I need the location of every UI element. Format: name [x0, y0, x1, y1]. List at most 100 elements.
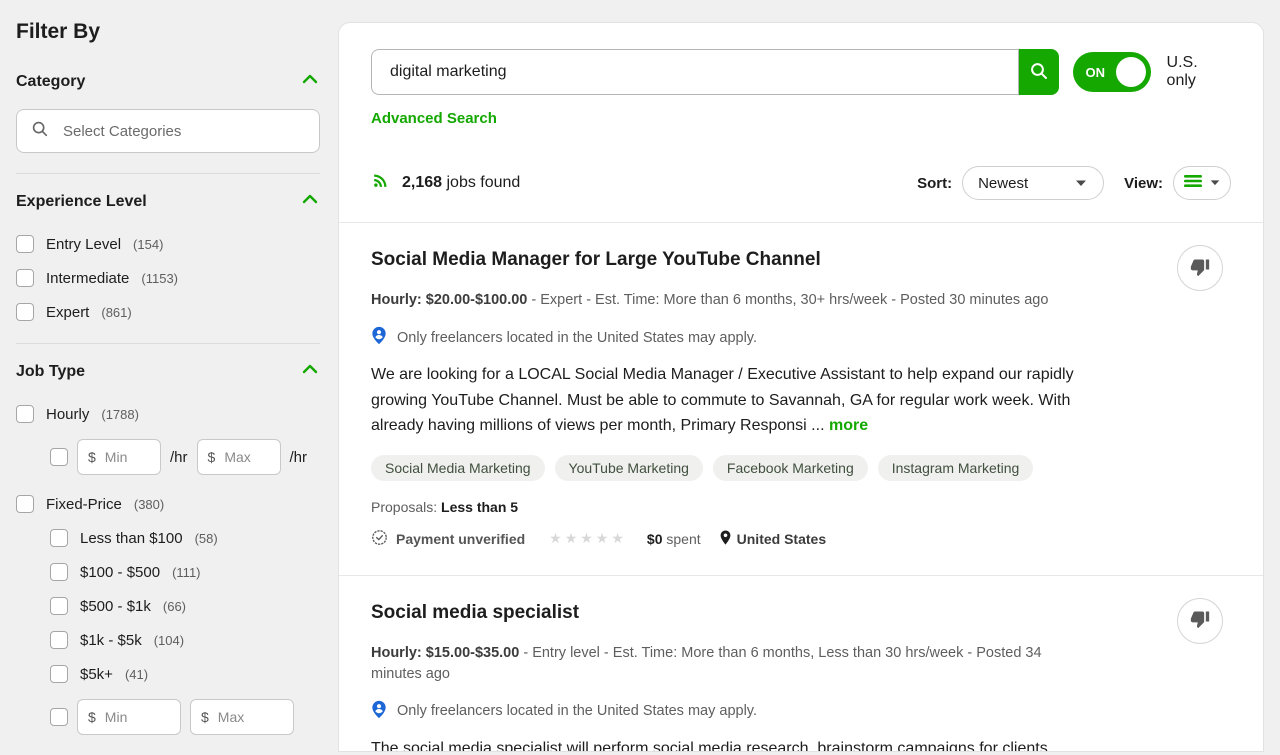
caret-down-icon: [1074, 175, 1088, 192]
search-button[interactable]: [1019, 49, 1059, 95]
option-label: Fixed-Price: [46, 496, 122, 513]
fixed-min-input[interactable]: [103, 708, 170, 726]
advanced-search-link[interactable]: Advanced Search: [371, 110, 497, 127]
sort-dropdown[interactable]: Newest: [962, 166, 1104, 200]
filter-option-1k-5k[interactable]: $1k - $5k (104): [50, 631, 320, 649]
thumbs-down-icon: [1190, 609, 1210, 632]
experience-heading: Experience Level: [16, 193, 147, 211]
option-label: Expert: [46, 304, 89, 321]
job-title[interactable]: Social Media Manager for Large YouTube C…: [371, 249, 1231, 271]
filter-option-500-1k[interactable]: $500 - $1k (66): [50, 597, 320, 615]
spent-amount: $0: [647, 531, 663, 547]
thumbs-down-icon: [1190, 257, 1210, 280]
verification-badge-icon: [371, 529, 388, 549]
skill-tag[interactable]: Social Media Marketing: [371, 455, 545, 481]
job-card[interactable]: Social Media Manager for Large YouTube C…: [339, 223, 1263, 575]
checkbox[interactable]: [16, 495, 34, 513]
job-results-panel: ON U.S. only Advanced Search 2,168 jobs …: [338, 22, 1264, 752]
dollar-sign: $: [88, 709, 96, 725]
filter-option-intermediate[interactable]: Intermediate (1153): [16, 269, 320, 287]
hourly-max-field[interactable]: $: [197, 439, 281, 475]
payment-status: Payment unverified: [371, 529, 525, 549]
fixed-max-input[interactable]: [216, 708, 283, 726]
filter-option-5k-plus[interactable]: $5k+ (41): [50, 665, 320, 683]
job-description: The social media specialist will perform…: [371, 736, 1087, 752]
chevron-up-icon[interactable]: [300, 360, 320, 383]
us-only-note-text: Only freelancers located in the United S…: [397, 330, 757, 346]
category-search-box[interactable]: [16, 109, 320, 153]
dislike-button[interactable]: [1177, 245, 1223, 291]
view-selector[interactable]: [1173, 166, 1231, 200]
checkbox[interactable]: [16, 235, 34, 253]
filter-option-entry-level[interactable]: Entry Level (154): [16, 235, 320, 253]
checkbox[interactable]: [50, 665, 68, 683]
checkbox[interactable]: [16, 269, 34, 287]
filter-option-fixed-price[interactable]: Fixed-Price (380): [16, 495, 320, 513]
skill-tag[interactable]: Facebook Marketing: [713, 455, 868, 481]
experience-section-header[interactable]: Experience Level: [16, 190, 320, 213]
toggle-on-label: ON: [1086, 65, 1106, 80]
fixed-price-range: $ $: [50, 699, 320, 735]
option-count: (58): [195, 531, 218, 546]
chevron-up-icon[interactable]: [300, 70, 320, 93]
client-location: United States: [719, 529, 826, 549]
proposals-value: Less than 5: [441, 499, 518, 515]
checkbox[interactable]: [50, 448, 68, 466]
rss-icon[interactable]: [371, 171, 390, 195]
per-hour-label: /hr: [170, 449, 188, 466]
proposals-label: Proposals:: [371, 499, 441, 515]
option-label: $100 - $500: [80, 564, 160, 581]
location-person-icon: [371, 700, 387, 723]
search-icon: [1029, 61, 1049, 84]
checkbox[interactable]: [50, 597, 68, 615]
job-type-heading: Job Type: [16, 363, 85, 381]
checkbox[interactable]: [50, 708, 68, 726]
option-count: (111): [172, 565, 200, 580]
sort-label: Sort:: [917, 175, 952, 192]
skill-tag[interactable]: Instagram Marketing: [878, 455, 1034, 481]
checkbox[interactable]: [16, 405, 34, 423]
us-only-note: Only freelancers located in the United S…: [371, 700, 1231, 723]
job-search-field[interactable]: [371, 49, 1019, 95]
filter-option-expert[interactable]: Expert (861): [16, 303, 320, 321]
checkbox[interactable]: [50, 529, 68, 547]
fixed-min-field[interactable]: $: [77, 699, 181, 735]
toggle-knob[interactable]: [1116, 57, 1146, 87]
hourly-max-input[interactable]: [222, 448, 269, 466]
option-label: Entry Level: [46, 236, 121, 253]
checkbox[interactable]: [50, 631, 68, 649]
fixed-max-field[interactable]: $: [190, 699, 294, 735]
chevron-up-icon[interactable]: [300, 190, 320, 213]
job-type-section-header[interactable]: Job Type: [16, 360, 320, 383]
hourly-min-input[interactable]: [103, 448, 150, 466]
job-search-input[interactable]: [388, 62, 1002, 82]
skill-tag[interactable]: YouTube Marketing: [555, 455, 703, 481]
rating-stars: ★★★★★: [549, 530, 627, 547]
checkbox[interactable]: [50, 563, 68, 581]
dislike-button[interactable]: [1177, 598, 1223, 644]
category-section-header[interactable]: Category: [16, 70, 320, 93]
filter-option-100-500[interactable]: $100 - $500 (111): [50, 563, 320, 581]
filter-option-less-100[interactable]: Less than $100 (58): [50, 529, 320, 547]
job-title[interactable]: Social media specialist: [371, 602, 1231, 624]
filter-sidebar: Filter By Category Experience Level Entr…: [0, 0, 338, 755]
us-only-note: Only freelancers located in the United S…: [371, 326, 1231, 349]
client-location-text: United States: [737, 531, 826, 547]
results-toolbar: 2,168 jobs found Sort: Newest View:: [371, 166, 1231, 200]
view-label: View:: [1124, 175, 1163, 192]
option-label: Less than $100: [80, 530, 183, 547]
list-view-icon: [1184, 174, 1202, 193]
us-only-toggle[interactable]: ON: [1073, 52, 1151, 92]
checkbox[interactable]: [16, 303, 34, 321]
job-card[interactable]: Social media specialist Hourly: $15.00-$…: [339, 576, 1263, 752]
jobs-found: 2,168 jobs found: [371, 171, 520, 195]
divider: [16, 173, 320, 174]
dollar-sign: $: [88, 449, 96, 465]
caret-down-icon: [1209, 174, 1221, 192]
category-search-input[interactable]: [61, 122, 305, 141]
filter-option-hourly[interactable]: Hourly (1788): [16, 405, 320, 423]
job-rate: Hourly: $15.00-$35.00: [371, 645, 519, 661]
more-link[interactable]: more: [829, 417, 868, 434]
hourly-min-field[interactable]: $: [77, 439, 161, 475]
proposals: Proposals: Less than 5: [371, 499, 1231, 515]
